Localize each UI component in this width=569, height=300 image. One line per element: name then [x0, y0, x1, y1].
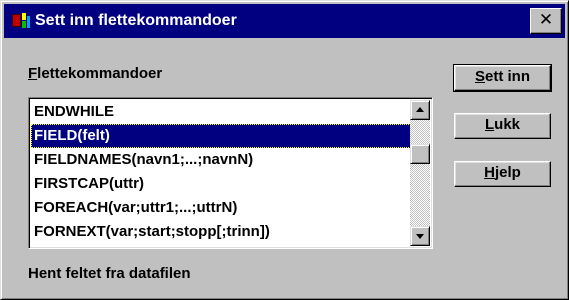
arrow-down-icon[interactable] — [410, 226, 430, 246]
listbox-items: ENDWHILE FIELD(felt) FIELDNAMES(navn1;...;… — [31, 100, 411, 244]
list-item[interactable]: FORNEXT(var;start;stopp[;trinn]) — [31, 220, 411, 244]
merge-commands-dialog: Sett inn flettekommandoer ✕ Flettekomman… — [0, 0, 569, 300]
list-item[interactable]: FIELD(felt) — [31, 124, 411, 148]
wordperfect-merge-icon[interactable] — [12, 13, 30, 29]
close-button[interactable]: Lukk — [454, 113, 551, 139]
list-item[interactable]: ENDWHILE — [31, 100, 411, 124]
label-text: lettekommandoer — [37, 65, 163, 82]
dialog-title: Sett inn flettekommandoer — [35, 12, 237, 29]
list-item[interactable]: FOREACH(var;uttr1;...;uttrN) — [31, 196, 411, 220]
insert-accelerator: S — [474, 68, 485, 85]
list-item[interactable]: FIELDNAMES(navn1;...;navnN) — [31, 148, 411, 172]
merge-commands-label: Flettekommandoer — [28, 65, 162, 82]
insert-button[interactable]: Sett inn — [453, 64, 552, 92]
insert-label: ett inn — [485, 68, 530, 85]
close-icon[interactable]: ✕ — [530, 8, 562, 34]
scrollbar-track[interactable] — [410, 120, 430, 226]
vertical-scrollbar[interactable] — [410, 100, 430, 246]
help-accelerator: H — [484, 164, 495, 181]
arrow-up-icon[interactable] — [410, 100, 430, 120]
close-label: ukk — [494, 116, 521, 133]
list-item[interactable]: FIRSTCAP(uttr) — [31, 172, 411, 196]
close-accelerator: L — [484, 116, 495, 133]
title-bar[interactable]: Sett inn flettekommandoer ✕ — [4, 4, 565, 38]
label-accelerator: F — [28, 65, 38, 82]
scrollbar-thumb[interactable] — [410, 144, 430, 164]
merge-commands-listbox[interactable]: ENDWHILE FIELD(felt) FIELDNAMES(navn1;...;… — [28, 97, 433, 249]
command-description: Hent feltet fra datafilen — [28, 265, 191, 282]
help-button[interactable]: Hjelp — [454, 161, 551, 187]
help-label: jelp — [495, 164, 521, 181]
